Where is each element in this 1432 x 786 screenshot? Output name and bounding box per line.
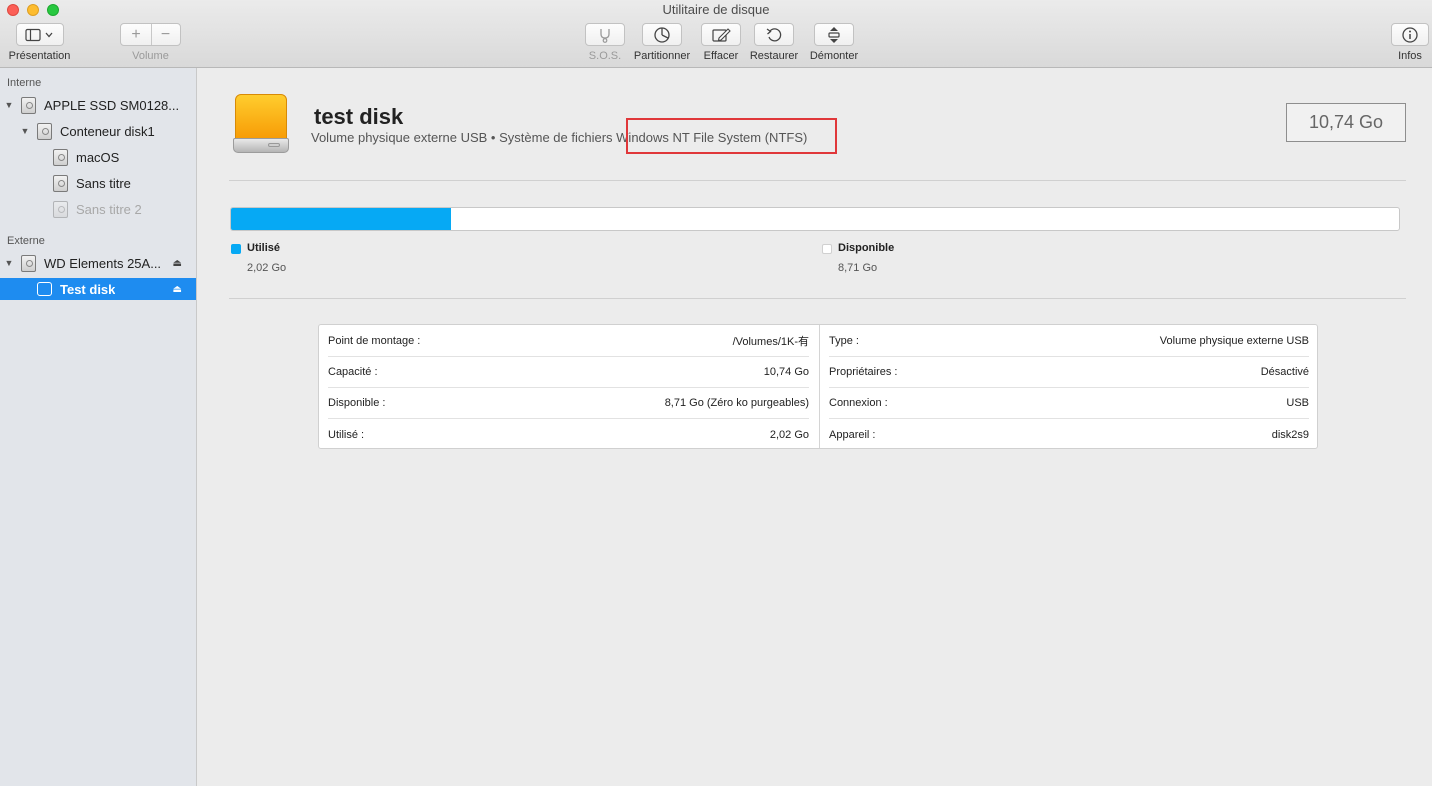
unmount-label: Démonter bbox=[809, 50, 859, 62]
eject-icon[interactable]: ⏏ bbox=[173, 284, 182, 295]
info-column-left: Point de montage : /Volumes/1K-有 Capacit… bbox=[319, 325, 819, 448]
info-row: Type : Volume physique externe USB bbox=[829, 326, 1309, 357]
volume-size-badge: 10,74 Go bbox=[1286, 103, 1406, 142]
sidebar-item-macos[interactable]: macOS bbox=[0, 145, 196, 169]
restore-arrow-icon bbox=[766, 27, 782, 41]
legend-used: Utilisé 2,02 Go bbox=[231, 242, 431, 278]
erase-button[interactable] bbox=[701, 23, 741, 46]
info-value: USB bbox=[1286, 397, 1309, 409]
divider bbox=[229, 298, 1406, 299]
first-aid-button[interactable] bbox=[585, 23, 625, 46]
sidebar-item-test-disk[interactable]: Test disk ⏏ bbox=[0, 278, 196, 300]
volume-segmented-control: + − bbox=[120, 23, 181, 46]
remove-volume-button[interactable]: − bbox=[150, 24, 180, 45]
erase-pencil-icon bbox=[712, 27, 731, 42]
external-drive-icon bbox=[233, 94, 289, 154]
first-aid-label: S.O.S. bbox=[588, 50, 622, 62]
legend-used-value: 2,02 Go bbox=[247, 262, 287, 274]
pie-partition-icon bbox=[654, 26, 670, 43]
info-value: 8,71 Go (Zéro ko purgeables) bbox=[664, 397, 809, 409]
used-color-swatch bbox=[231, 244, 241, 254]
divider bbox=[229, 180, 1406, 181]
sidebar-item-wd-elements[interactable]: ▼ WD Elements 25A... ⏏ bbox=[0, 251, 196, 275]
container-disk-icon bbox=[37, 122, 52, 140]
info-value: /Volumes/1K-有 bbox=[732, 336, 809, 348]
volume-icon bbox=[53, 148, 68, 166]
usage-bar-used-fill bbox=[231, 208, 451, 230]
sidebar-item-container-disk1[interactable]: ▼ Conteneur disk1 bbox=[0, 119, 196, 143]
filesystem-highlight-box bbox=[626, 118, 837, 154]
stethoscope-icon bbox=[600, 28, 610, 43]
info-button[interactable] bbox=[1391, 23, 1429, 46]
add-volume-button[interactable]: + bbox=[122, 24, 151, 45]
info-key: Type : bbox=[829, 335, 859, 347]
info-label: Infos bbox=[1398, 50, 1422, 62]
info-key: Utilisé : bbox=[328, 428, 365, 441]
unmount-icon bbox=[828, 26, 840, 43]
toolbar: Utilitaire de disque Présentation + − Vo… bbox=[0, 0, 1432, 68]
eject-icon[interactable]: ⏏ bbox=[173, 258, 182, 269]
info-row: Propriétaires : Désactivé bbox=[829, 357, 1309, 388]
info-row: Connexion : USB bbox=[829, 388, 1309, 419]
usage-bar bbox=[230, 207, 1400, 231]
info-key: Point de montage : bbox=[328, 335, 421, 347]
info-key: Capacité : bbox=[328, 366, 378, 378]
info-column-right: Type : Volume physique externe USB Propr… bbox=[819, 325, 1319, 448]
unmount-button[interactable] bbox=[814, 23, 854, 46]
info-value: 2,02 Go bbox=[769, 428, 809, 441]
info-row: Utilisé : 2,02 Go bbox=[328, 419, 809, 450]
info-value: Volume physique externe USB bbox=[1159, 335, 1309, 347]
external-disk-icon bbox=[21, 254, 36, 272]
legend-used-label: Utilisé bbox=[247, 242, 281, 254]
presentation-label: Présentation bbox=[8, 50, 71, 62]
info-key: Propriétaires : bbox=[829, 366, 898, 378]
info-row: Disponible : 8,71 Go (Zéro ko purgeables… bbox=[328, 388, 809, 419]
volume-label: Volume bbox=[132, 50, 169, 62]
window-title: Utilitaire de disque bbox=[662, 2, 770, 17]
partition-label: Partitionner bbox=[633, 50, 691, 62]
sidebar-item-apple-ssd[interactable]: ▼ APPLE SSD SM0128... bbox=[0, 93, 196, 117]
info-table: Point de montage : /Volumes/1K-有 Capacit… bbox=[318, 324, 1318, 449]
info-value: 10,74 Go bbox=[763, 366, 809, 378]
info-key: Appareil : bbox=[829, 428, 876, 441]
disclosure-triangle-icon[interactable]: ▼ bbox=[3, 100, 15, 110]
partition-button[interactable] bbox=[642, 23, 682, 46]
info-row: Capacité : 10,74 Go bbox=[328, 357, 809, 388]
volume-title: test disk bbox=[314, 104, 404, 129]
sidebar-item-sans-titre-2[interactable]: Sans titre 2 bbox=[0, 197, 196, 221]
info-row: Point de montage : /Volumes/1K-有 bbox=[328, 326, 809, 357]
free-color-swatch bbox=[822, 244, 832, 254]
info-value: Désactivé bbox=[1260, 366, 1309, 378]
info-icon bbox=[1402, 26, 1418, 43]
volume-description: Volume physique externe USB • Système de… bbox=[311, 130, 617, 145]
legend-free: Disponible 8,71 Go bbox=[822, 242, 1022, 278]
info-row: Appareil : disk2s9 bbox=[829, 419, 1309, 450]
restore-button[interactable] bbox=[754, 23, 794, 46]
sidebar-toggle-icon bbox=[25, 28, 53, 41]
external-volume-icon bbox=[37, 282, 52, 296]
volume-icon bbox=[53, 200, 68, 218]
info-key: Disponible : bbox=[328, 397, 386, 409]
restore-label: Restaurer bbox=[749, 50, 799, 62]
main-panel: test disk Volume physique externe USB • … bbox=[197, 68, 1432, 786]
erase-label: Effacer bbox=[703, 50, 739, 62]
presentation-button[interactable] bbox=[16, 23, 64, 46]
info-value: disk2s9 bbox=[1271, 428, 1309, 441]
disclosure-triangle-icon[interactable]: ▼ bbox=[19, 126, 31, 136]
disclosure-triangle-icon[interactable]: ▼ bbox=[3, 258, 15, 268]
info-key: Connexion : bbox=[829, 397, 888, 409]
legend-free-label: Disponible bbox=[838, 242, 895, 254]
sidebar-section-internal: Interne bbox=[7, 77, 42, 89]
sidebar: Interne ▼ APPLE SSD SM0128... ▼ Conteneu… bbox=[0, 68, 197, 786]
volume-icon bbox=[53, 174, 68, 192]
legend-free-value: 8,71 Go bbox=[838, 262, 878, 274]
sidebar-item-sans-titre[interactable]: Sans titre bbox=[0, 171, 196, 195]
sidebar-section-external: Externe bbox=[7, 235, 45, 247]
internal-disk-icon bbox=[21, 96, 36, 114]
